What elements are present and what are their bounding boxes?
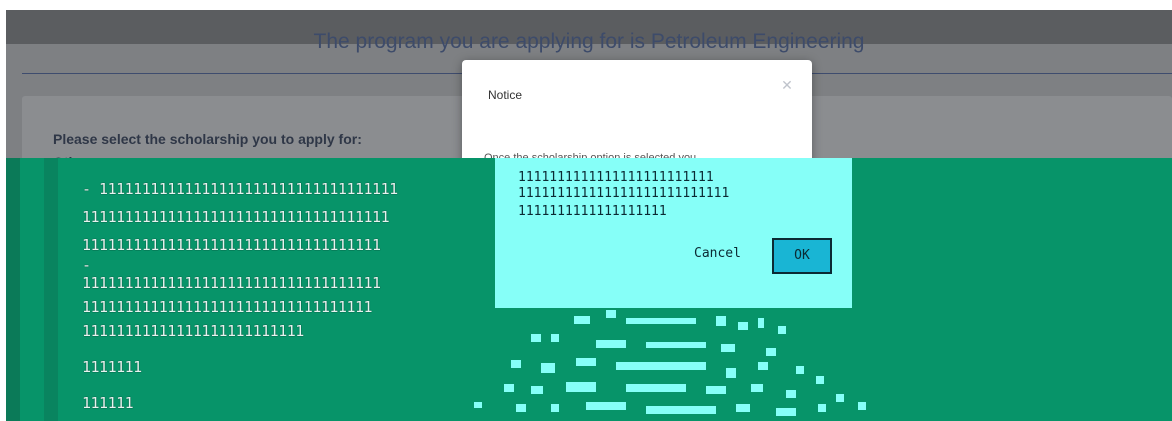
artifact-pixel xyxy=(858,402,866,410)
artifact-text-line: 1111111111111111111 xyxy=(518,204,667,219)
artifact-pixel xyxy=(574,316,590,324)
artifact-pixel xyxy=(616,362,706,370)
artifact-text-line: 1111111 xyxy=(82,358,142,376)
artifact-pixel xyxy=(626,318,696,324)
artifact-pixel xyxy=(721,344,735,352)
artifact-bar xyxy=(6,158,20,421)
artifact-text-line: - 11111111111111111111111111111111111 xyxy=(82,180,398,198)
artifact-pixel xyxy=(566,382,596,392)
artifact-pixel xyxy=(738,322,748,330)
artifact-pixel xyxy=(626,384,686,392)
artifact-pixel xyxy=(646,342,706,348)
artifact-text-line: 1111111111111111111111111 xyxy=(518,170,714,185)
artifact-pixel xyxy=(576,358,596,366)
artifact-pixel xyxy=(836,394,844,402)
artifact-pixel xyxy=(751,384,763,392)
artifact-text-line: - xyxy=(82,256,91,274)
artifact-text-line: 1111111111111111111111111111111111 xyxy=(82,298,373,316)
artifact-pixel xyxy=(474,402,482,408)
cancel-button[interactable]: Cancel xyxy=(694,246,741,261)
artifact-text-line: 111111111111111111111111111 xyxy=(518,186,730,201)
program-title: The program you are applying for is Petr… xyxy=(313,30,865,53)
artifact-text-line: 11111111111111111111111111 xyxy=(82,322,304,340)
ok-button[interactable]: OK xyxy=(772,238,832,274)
artifact-pixel xyxy=(531,386,543,394)
artifact-pixel xyxy=(796,366,804,374)
artifact-pixel xyxy=(646,406,716,414)
artifact-pixel xyxy=(818,404,826,412)
artifact-text-line: 111111111111111111111111111111111111 xyxy=(82,208,390,226)
artifact-pixel xyxy=(551,404,559,412)
artifact-pixel xyxy=(758,318,764,328)
artifact-text-line: 11111111111111111111111111111111111 xyxy=(82,236,381,254)
artifact-text-line: 11111111111111111111111111111111111 xyxy=(82,274,381,292)
artifact-pixel xyxy=(716,316,726,326)
artifact-pixel xyxy=(726,368,736,378)
artifact-pixel xyxy=(531,334,541,342)
artifact-pixel xyxy=(706,386,726,394)
artifact-pixel xyxy=(816,376,824,384)
render-artifact-region: - 11111111111111111111111111111111111 11… xyxy=(6,158,1172,421)
scholarship-heading: Please select the scholarship you to app… xyxy=(53,131,362,147)
artifact-pixel xyxy=(778,326,786,334)
artifact-pixel xyxy=(766,348,776,356)
artifact-text-line: 111111 xyxy=(82,394,134,412)
artifact-pixel xyxy=(786,390,796,398)
artifact-pixel xyxy=(596,340,626,348)
artifact-pixel xyxy=(776,408,796,416)
artifact-pixel xyxy=(586,402,626,410)
artifact-pixel xyxy=(606,310,616,318)
artifact-pixel xyxy=(541,363,555,373)
close-icon[interactable]: ✕ xyxy=(780,78,794,92)
modal-title: Notice xyxy=(488,88,523,102)
artifact-pixel xyxy=(511,360,521,368)
artifact-bar xyxy=(44,158,58,421)
artifact-pixel xyxy=(758,362,768,370)
artifact-pixel xyxy=(504,384,514,392)
artifact-pixel xyxy=(516,404,526,412)
artifact-pixel xyxy=(551,334,559,342)
artifact-pixel xyxy=(736,404,750,412)
